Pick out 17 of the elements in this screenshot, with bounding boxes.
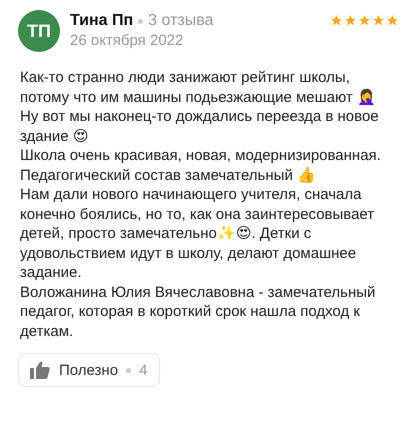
star-icon (358, 14, 371, 27)
review-text: Воложанина Юлия Вячеславовна - замечательный педагог, которая в короткий срок нашла подход к деткам. (20, 282, 376, 341)
star-icon (330, 14, 343, 27)
review-text: Нам дали нового начинающего учителя, сначала конечно боялись, но то, как она заинтересовывает детей, просто замечательно✨😍. Детки с удовольствием идут в школу, делают домашнее задание. (20, 185, 376, 282)
avatar: ТП (18, 10, 60, 52)
review-text: Ну вот мы наконец-то дождались переезда в новое здание 😍 (20, 107, 380, 146)
separator-dot (138, 18, 144, 24)
star-icon (344, 14, 357, 27)
review-text: Школа очень красивая, новая, модернизированная. Педагогический состав замечательный 👍 (20, 146, 382, 185)
author-name: Тина Пп (70, 12, 134, 30)
review-text: Как-то странно люди занижают рейтинг школы, потому что им машины подьезжающие мешают 🤦‍♀ (20, 68, 377, 107)
star-icon (372, 14, 385, 27)
helpful-button[interactable]: Полезно 4 (18, 353, 160, 387)
review-date: 26 октября 2022 (70, 32, 184, 49)
star-icon (386, 14, 399, 27)
thumbs-up-icon (29, 360, 51, 380)
review-count: 3 отзыва (148, 12, 214, 30)
